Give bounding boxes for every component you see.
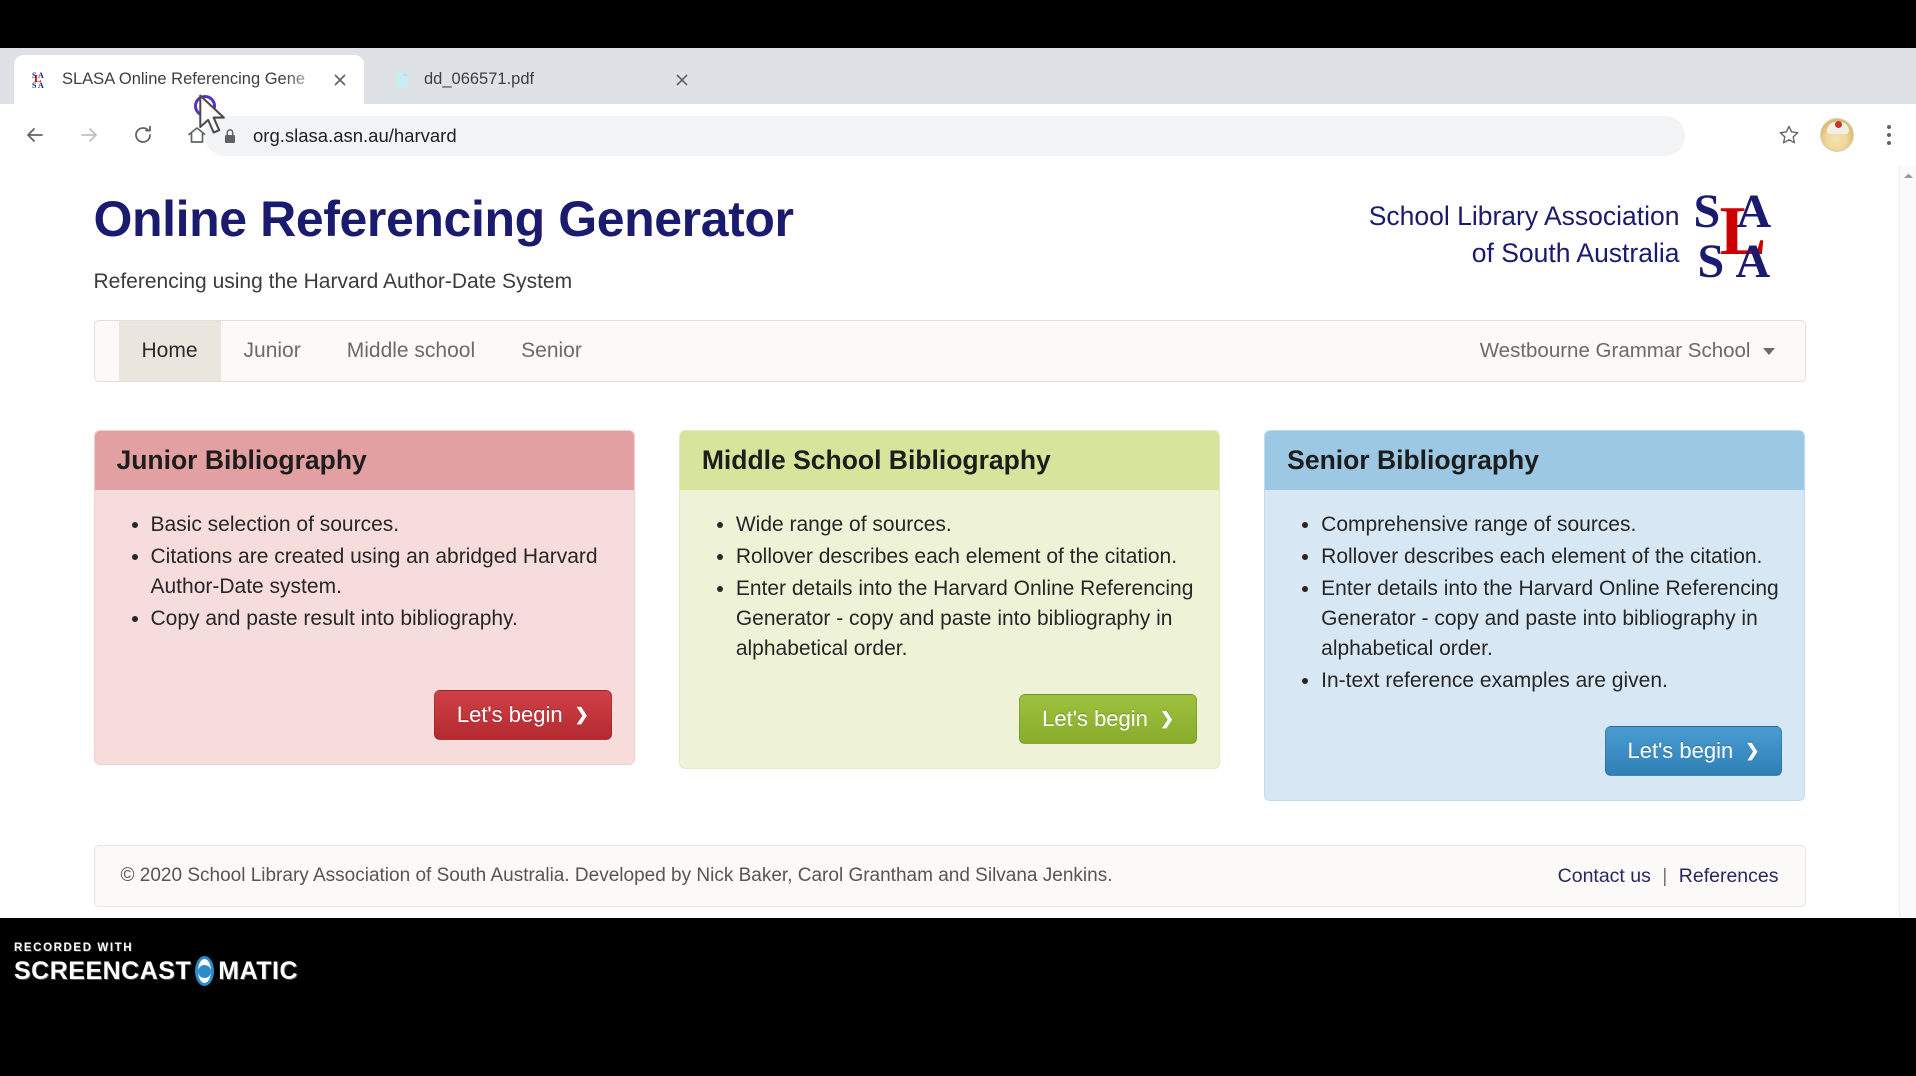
click-indicator (194, 95, 216, 117)
chevron-right-icon: ❯ (1159, 709, 1175, 729)
url-text: org.slasa.asn.au/harvard (253, 125, 457, 146)
card-heading: Middle School Bibliography (679, 431, 1220, 490)
contact-us-link[interactable]: Contact us (1558, 865, 1651, 887)
footer-separator: | (1662, 864, 1668, 887)
close-icon[interactable] (668, 66, 696, 94)
page-container: Online Referencing Generator Referencing… (93, 166, 1806, 908)
lock-icon (221, 127, 239, 145)
card-middle-school-bibliography: Middle School Bibliography Wide range of… (678, 430, 1221, 770)
list-item: Enter details into the Harvard Online Re… (736, 574, 1197, 664)
browser-tab-active[interactable]: S A L S A SLASA Online Referencing Gene (14, 55, 364, 104)
lets-begin-senior-button[interactable]: Let's begin ❯ (1604, 726, 1783, 777)
chevron-right-icon: ❯ (1745, 741, 1760, 761)
chevron-right-icon: ❯ (574, 705, 589, 725)
browser-tab-pdf[interactable]: dd_066571.pdf (376, 55, 706, 104)
bookmark-star-icon[interactable] (1768, 114, 1810, 156)
button-label: Let's begin (456, 702, 563, 728)
lets-begin-middle-button[interactable]: Let's begin ❯ (1019, 694, 1198, 745)
watermark-logo-row: SCREENCAST MATIC (14, 956, 298, 986)
nav-item-middle-school[interactable]: Middle school (324, 321, 498, 381)
list-item: In-text reference examples are given. (1321, 666, 1782, 696)
brand-line-1: School Library Association (1368, 201, 1680, 231)
forward-icon[interactable] (68, 114, 110, 156)
nav-item-senior[interactable]: Senior (498, 321, 605, 381)
screen-letterbox-bottom (0, 1006, 1916, 1076)
card-heading: Senior Bibliography (1265, 431, 1805, 490)
footer-links: Contact us | References (1558, 865, 1779, 888)
nav-item-junior[interactable]: Junior (221, 321, 324, 381)
kebab-menu-icon[interactable] (1868, 114, 1910, 156)
footer-copyright: © 2020 School Library Association of Sou… (120, 865, 1113, 887)
slasa-favicon: S A L S A (30, 70, 50, 90)
school-name: Westbourne Grammar School (1479, 339, 1751, 362)
card-button-row: Let's begin ❯ (95, 656, 634, 764)
card-bullet-list: Basic selection of sources. Citations ar… (117, 510, 612, 634)
back-icon[interactable] (14, 114, 56, 156)
references-link[interactable]: References (1679, 865, 1779, 887)
card-bullet-list: Comprehensive range of sources. Rollover… (1287, 510, 1782, 696)
list-item: Citations are created using an abridged … (151, 542, 612, 602)
nav-item-home[interactable]: Home (118, 321, 221, 381)
list-item: Wide range of sources. (736, 510, 1197, 540)
brand-text: School Library Association of South Aust… (1369, 188, 1680, 271)
browser-toolbar: org.slasa.asn.au/harvard (0, 104, 1916, 166)
slasa-logo-icon: S A L S A (1694, 185, 1784, 288)
button-label: Let's begin (1627, 738, 1734, 764)
toolbar-right-group (1764, 114, 1910, 156)
watermark-word-2: MATIC (218, 956, 299, 985)
reload-icon[interactable] (122, 114, 164, 156)
navbar-items: Home Junior Middle school Senior (95, 321, 605, 381)
logo-letter-s2: S (1697, 235, 1725, 288)
tab-title: SLASA Online Referencing Gene (62, 70, 306, 88)
logo-letter-a2: A (1735, 235, 1771, 288)
logo-letter-s1: S (1693, 185, 1721, 238)
lets-begin-junior-button[interactable]: Let's begin ❯ (433, 690, 612, 741)
watermark-word-1: SCREENCAST (14, 956, 192, 985)
page-footer: © 2020 School Library Association of Sou… (93, 845, 1806, 908)
tab-strip: S A L S A SLASA Online Referencing Gene … (0, 48, 1916, 135)
watermark-top-text: RECORDED WITH (14, 942, 134, 954)
list-item: Rollover describes each element of the c… (736, 542, 1197, 572)
page-viewport: Online Referencing Generator Referencing… (0, 166, 1916, 918)
profile-avatar[interactable] (1820, 118, 1854, 152)
card-senior-bibliography: Senior Bibliography Comprehensive range … (1264, 430, 1806, 802)
tab-title: dd_066571.pdf (424, 70, 535, 88)
slasa-brand: School Library Association of South Aust… (1369, 185, 1784, 288)
card-body: Comprehensive range of sources. Rollover… (1265, 490, 1804, 718)
pdf-favicon (392, 70, 412, 90)
page-scrollbar[interactable] (1899, 166, 1916, 918)
scroll-up-icon[interactable] (1900, 169, 1916, 183)
web-page: Online Referencing Generator Referencing… (0, 166, 1899, 908)
list-item: Copy and paste result into bibliography. (151, 604, 612, 634)
card-button-row: Let's begin ❯ (1265, 718, 1804, 800)
button-label: Let's begin (1042, 706, 1148, 732)
list-item: Rollover describes each element of the c… (1321, 542, 1782, 572)
brand-line-2: of South Australia (1471, 237, 1680, 268)
screencast-watermark: RECORDED WITH SCREENCAST MATIC (14, 942, 298, 998)
list-item: Enter details into the Harvard Online Re… (1321, 574, 1782, 664)
svg-text:S: S (32, 81, 37, 89)
card-junior-bibliography: Junior Bibliography Basic selection of s… (93, 430, 635, 766)
svg-text:A: A (38, 81, 44, 89)
school-selector[interactable]: Westbourne Grammar School (1480, 321, 1805, 381)
list-item: Basic selection of sources. (151, 510, 612, 540)
card-bullet-list: Wide range of sources. Rollover describe… (702, 510, 1197, 664)
close-icon[interactable] (326, 66, 354, 94)
address-bar[interactable]: org.slasa.asn.au/harvard (205, 116, 1685, 156)
screen-letterbox-top (0, 0, 1916, 48)
browser-window: S A L S A SLASA Online Referencing Gene … (0, 0, 1916, 1076)
target-icon (195, 956, 215, 986)
card-heading: Junior Bibliography (94, 431, 634, 490)
card-body: Basic selection of sources. Citations ar… (95, 490, 634, 656)
bibliography-cards: Junior Bibliography Basic selection of s… (93, 430, 1806, 802)
main-navbar: Home Junior Middle school Senior Westbou… (93, 320, 1806, 382)
card-button-row: Let's begin ❯ (680, 686, 1219, 768)
chevron-down-icon (1762, 347, 1775, 355)
list-item: Comprehensive range of sources. (1321, 510, 1782, 540)
card-body: Wide range of sources. Rollover describe… (680, 490, 1219, 686)
